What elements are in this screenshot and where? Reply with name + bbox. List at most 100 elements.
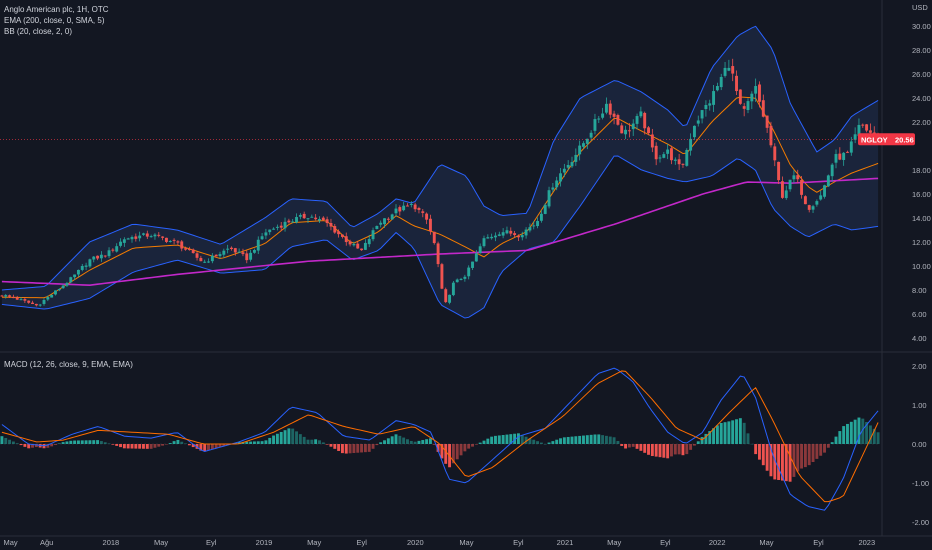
- macd-histogram-bar: [589, 434, 593, 444]
- candle-body: [647, 127, 650, 134]
- macd-histogram-bar: [643, 444, 647, 453]
- macd-histogram-bar: [700, 437, 704, 444]
- candle-body: [57, 288, 61, 291]
- candle-body: [497, 234, 501, 236]
- candle-body: [80, 266, 84, 270]
- macd-histogram-bar: [352, 444, 356, 454]
- candle-body: [459, 278, 463, 280]
- macd-histogram-bar: [666, 444, 670, 459]
- macd-histogram-bar: [54, 444, 57, 445]
- macd-histogram-bar: [428, 438, 432, 444]
- macd-histogram-bar: [57, 443, 61, 445]
- candle-body: [788, 179, 792, 190]
- macd-histogram-bar: [494, 435, 497, 444]
- macd-histogram-bar: [314, 439, 318, 444]
- candle-body: [578, 145, 582, 155]
- candle-body: [731, 66, 735, 74]
- candle-body: [283, 221, 287, 229]
- candle-body: [306, 218, 310, 220]
- macd-histogram-bar: [379, 442, 383, 444]
- candle-body: [157, 234, 161, 236]
- candle-body: [532, 225, 536, 227]
- candle-body: [834, 154, 838, 163]
- macd-histogram-bar: [788, 444, 792, 482]
- time-axis-label: 2020: [407, 538, 424, 547]
- macd-histogram-bar: [329, 444, 333, 447]
- candle-body: [340, 234, 344, 237]
- macd-histogram-bar: [157, 444, 161, 447]
- candle-body: [54, 290, 57, 295]
- candle-body: [555, 180, 559, 188]
- macd-axis-label: 2.00: [912, 362, 927, 371]
- macd-histogram-bar: [333, 444, 337, 449]
- candle-body: [333, 226, 337, 233]
- candle-body: [69, 277, 73, 283]
- candle-body: [76, 269, 80, 275]
- symbol-legend: Anglo American plc, 1H, OTC: [4, 5, 109, 14]
- candle-body: [666, 149, 670, 154]
- macd-histogram-bar: [689, 444, 693, 450]
- candle-body: [134, 236, 138, 239]
- macd-histogram-bar: [0, 436, 4, 444]
- candle-body: [826, 175, 830, 187]
- candle-body: [562, 168, 566, 173]
- macd-histogram-bar: [497, 435, 501, 444]
- macd-histogram-bar: [673, 444, 677, 455]
- time-axis-label: Eyl: [206, 538, 217, 547]
- bollinger-band-fill: [1, 26, 879, 319]
- macd-histogram-bar: [249, 441, 253, 444]
- price-axis-label: 30.00: [912, 22, 931, 31]
- macd-histogram-bar: [168, 443, 172, 444]
- candle-body: [455, 279, 459, 283]
- macd-histogram-bar: [562, 437, 566, 444]
- candle-body: [84, 265, 88, 267]
- candle-body: [865, 124, 869, 131]
- candle-body: [153, 234, 157, 237]
- candle-body: [677, 159, 681, 165]
- candle-body: [784, 190, 788, 199]
- candle-body: [509, 230, 513, 234]
- candle-body: [8, 295, 12, 297]
- candle-body: [643, 112, 647, 129]
- candle-body: [471, 261, 474, 268]
- candle-body: [180, 241, 184, 249]
- macd-histogram-bar: [612, 437, 616, 444]
- candle-body: [650, 134, 654, 148]
- price-axis-label: 12.00: [912, 238, 931, 247]
- macd-histogram-bar: [482, 440, 486, 444]
- candle-body: [846, 151, 849, 153]
- macd-histogram-bar: [444, 444, 448, 464]
- macd-histogram-bar: [765, 444, 769, 471]
- candle-body: [612, 113, 616, 117]
- candle-body: [298, 215, 302, 217]
- chart-canvas[interactable]: NGLOY 20.56 4.00 6.00 8.00 10.00 12.00 14.00 16.…: [0, 0, 932, 550]
- candle-body: [390, 214, 394, 220]
- candle-body: [536, 220, 540, 227]
- candle-body: [119, 241, 122, 246]
- macd-histogram-bar: [252, 441, 256, 444]
- candle-body: [490, 236, 494, 239]
- macd-histogram-bar: [838, 431, 842, 444]
- candle-body: [138, 235, 142, 239]
- candle-body: [520, 235, 524, 238]
- candle-body: [727, 67, 731, 71]
- candle-body: [210, 255, 214, 262]
- candle-body: [409, 203, 413, 205]
- macd-histogram-bar: [735, 419, 738, 444]
- macd-histogram-bar: [834, 436, 838, 444]
- candle-body: [715, 86, 719, 91]
- macd-histogram-bar: [11, 441, 15, 444]
- candle-body: [463, 276, 467, 279]
- candle-body: [823, 185, 826, 197]
- candle-body: [73, 274, 77, 278]
- macd-histogram-bar: [176, 439, 180, 444]
- candle-body: [811, 206, 815, 210]
- macd-histogram-bar: [145, 444, 149, 449]
- candle-body: [735, 75, 738, 92]
- macd-histogram-bar: [298, 434, 302, 444]
- macd-histogram-bar: [88, 440, 92, 444]
- candle-body: [796, 175, 800, 180]
- macd-histogram-bar: [268, 437, 272, 444]
- candle-body: [601, 113, 605, 118]
- candle-body: [19, 299, 23, 301]
